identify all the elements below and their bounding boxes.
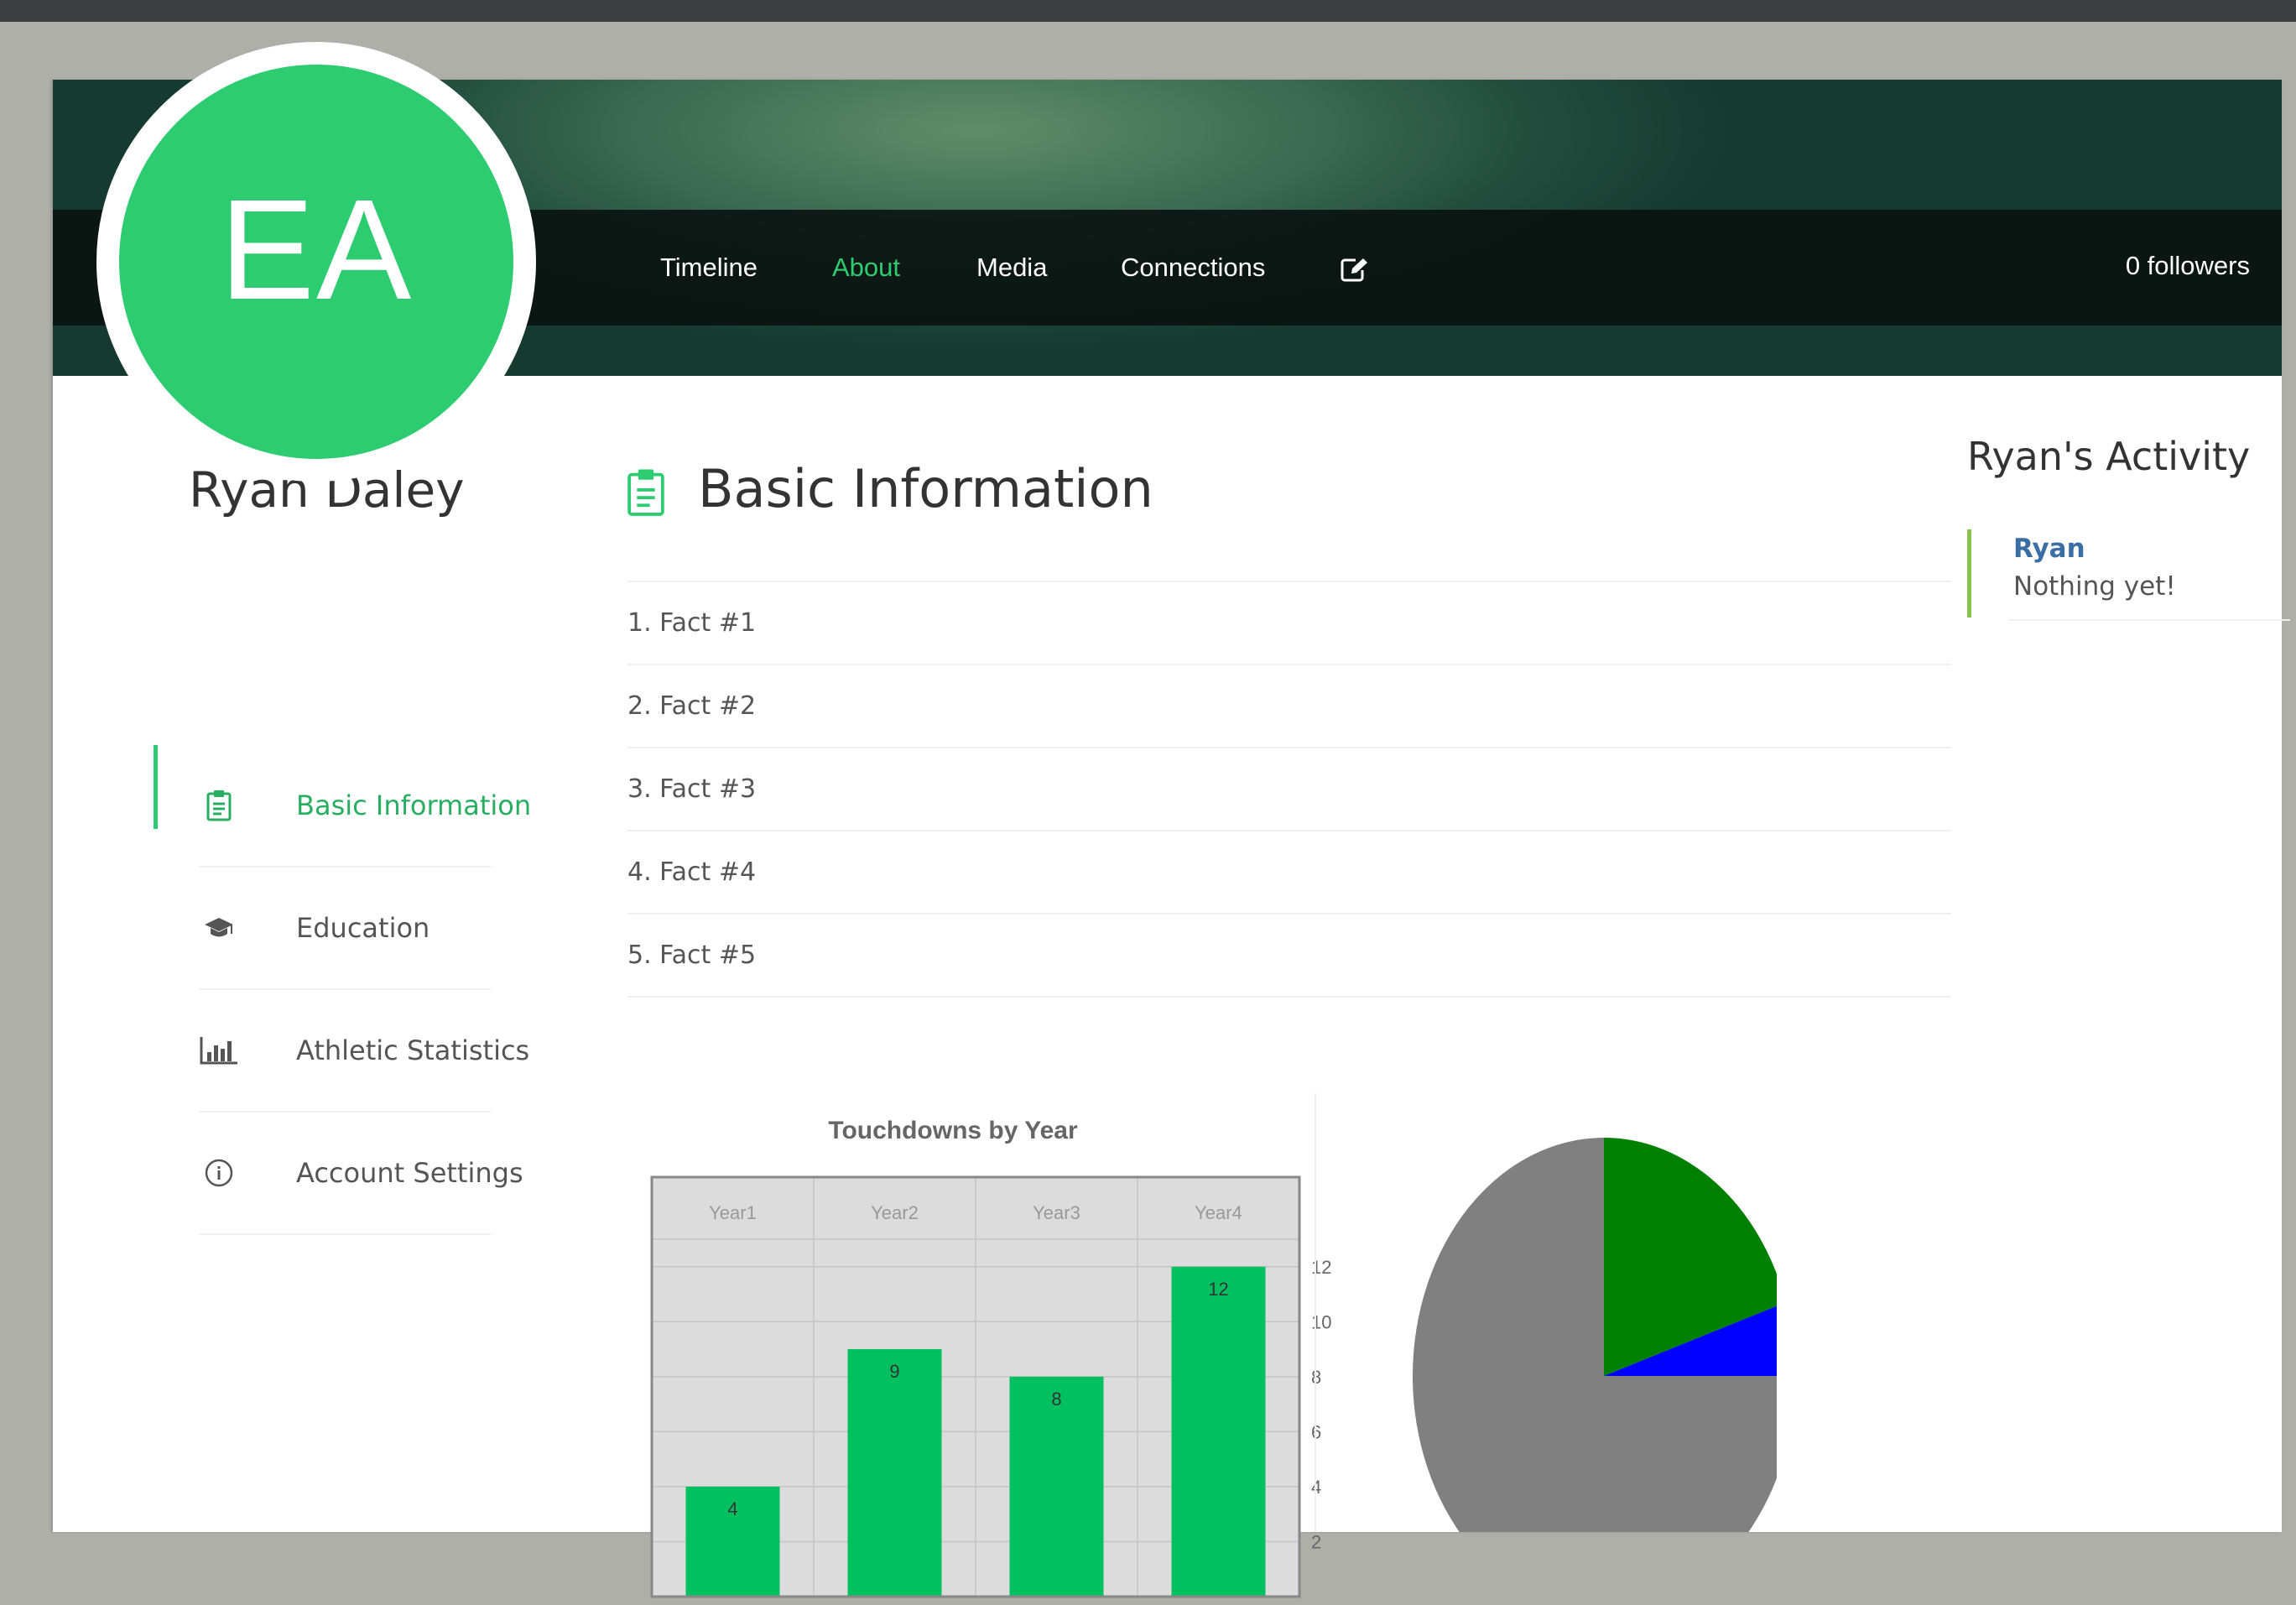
touchdowns-bar-chart: 24681012Year14Year29Year38Year412 xyxy=(650,1175,1331,1598)
section-title: Basic Information xyxy=(698,458,1153,519)
sidebar-item-account-settings[interactable]: Account Settings xyxy=(199,1113,523,1235)
profile-sidebar: Basic Information Education Athletic Sta… xyxy=(154,745,531,1235)
edit-profile-icon[interactable] xyxy=(1341,210,1369,326)
x-category-label: Year2 xyxy=(871,1202,919,1223)
sidebar-item-label: Athletic Statistics xyxy=(296,1034,530,1066)
sidebar-item-label: Education xyxy=(296,912,430,944)
bar-value-label: 12 xyxy=(1208,1279,1228,1300)
activity-user-link[interactable]: Ryan xyxy=(2013,534,2085,564)
y-tick-label: 8 xyxy=(1311,1367,1321,1388)
facts-list: 1. Fact #1 2. Fact #2 3. Fact #3 4. Fact… xyxy=(627,582,1951,998)
clipboard-icon xyxy=(626,468,668,516)
bar xyxy=(1009,1376,1104,1597)
list-item: 4. Fact #4 xyxy=(627,831,1951,915)
list-item: 5. Fact #5 xyxy=(627,915,1951,998)
bar-value-label: 9 xyxy=(889,1361,899,1382)
sidebar-item-athletic-statistics[interactable]: Athletic Statistics xyxy=(199,990,529,1113)
x-category-label: Year1 xyxy=(709,1202,757,1223)
y-tick-label: 2 xyxy=(1311,1531,1321,1552)
activity-text: Nothing yet! xyxy=(2013,571,2176,602)
x-category-label: Year4 xyxy=(1195,1202,1242,1223)
nav-media[interactable]: Media xyxy=(976,210,1047,326)
nav-connections[interactable]: Connections xyxy=(1121,210,1265,326)
bar-chart-icon xyxy=(199,1032,239,1069)
divider xyxy=(1315,1093,1316,1532)
bar-value-label: 4 xyxy=(727,1498,737,1519)
divider xyxy=(2009,619,2290,621)
bar xyxy=(847,1349,942,1597)
list-item: 2. Fact #2 xyxy=(627,665,1951,748)
window-top-bar xyxy=(0,0,2296,22)
graduation-cap-icon xyxy=(199,909,239,946)
nav-about[interactable]: About xyxy=(832,210,900,326)
sidebar-item-label: Basic Information xyxy=(296,789,532,821)
info-icon xyxy=(199,1154,239,1191)
bar xyxy=(1171,1266,1266,1597)
followers-count[interactable]: 0 followers xyxy=(2126,210,2250,321)
avatar: EA xyxy=(96,42,536,482)
clipboard-icon xyxy=(199,787,239,824)
x-category-label: Year3 xyxy=(1033,1202,1080,1223)
list-item: 3. Fact #3 xyxy=(627,748,1951,831)
activity-entry: Ryan Nothing yet! xyxy=(1967,529,2294,618)
bar-value-label: 8 xyxy=(1051,1389,1061,1410)
profile-page: Timeline About Media Connections 0 follo… xyxy=(53,42,2290,1598)
activity-title: Ryan's Activity xyxy=(1967,434,2251,479)
nav-timeline[interactable]: Timeline xyxy=(660,210,758,326)
list-item: 1. Fact #1 xyxy=(627,582,1951,665)
avatar-initials: EA xyxy=(219,170,414,330)
pie-chart xyxy=(1413,1138,1777,1532)
sidebar-item-basic-information[interactable]: Basic Information xyxy=(154,745,531,868)
chart-title: Touchdowns by Year xyxy=(828,1117,1078,1144)
y-tick-label: 6 xyxy=(1311,1421,1321,1442)
sidebar-item-label: Account Settings xyxy=(296,1157,523,1189)
sidebar-item-education[interactable]: Education xyxy=(199,868,491,990)
y-tick-label: 4 xyxy=(1311,1477,1321,1498)
